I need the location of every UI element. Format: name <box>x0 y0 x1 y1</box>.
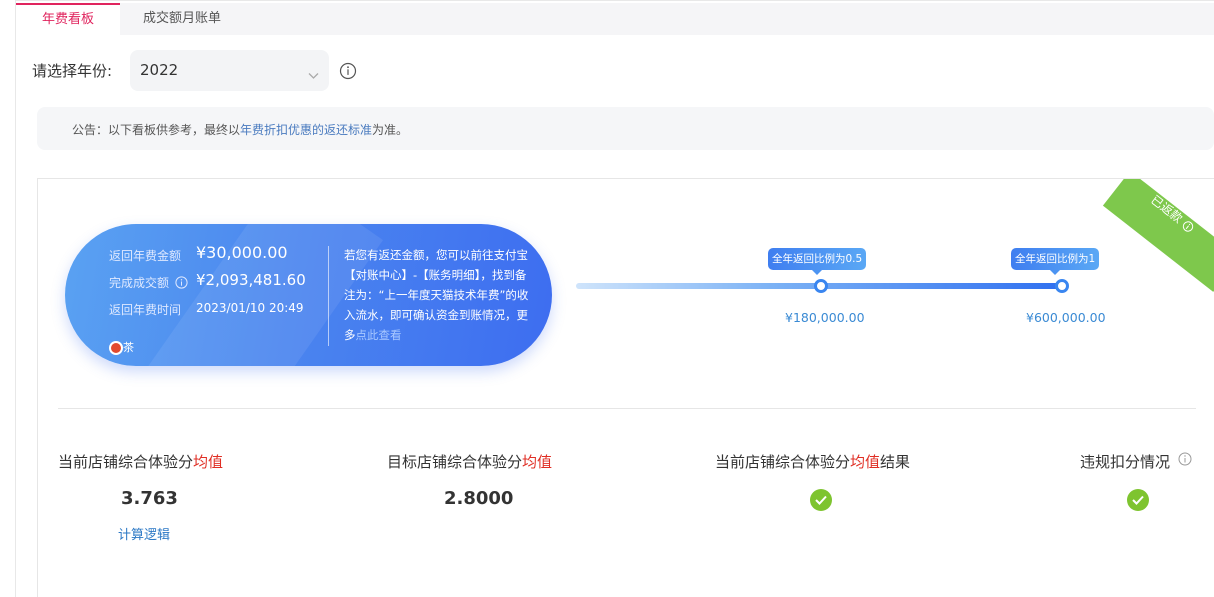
completed-gmv-value: ¥2,093,481.60 <box>196 271 306 289</box>
annual-fee-card: 已返款 返回年费金额 ¥30,000.00 完成成交额 ¥2,093,481.6… <box>37 178 1214 597</box>
current-score-value: 3.763 <box>121 488 178 509</box>
target-score-label: 目标店铺综合体验分均值 <box>387 451 552 472</box>
refund-amount-value: ¥30,000.00 <box>196 243 288 262</box>
year-select[interactable]: 2022 <box>130 50 329 91</box>
metric-label-text: 目标店铺综合体验分 <box>387 453 523 471</box>
notice-text: 公告：以下看板供参考，最终以年费折扣优惠的返还标准为准。 <box>72 121 408 138</box>
badge-text: 茶 <box>123 341 134 354</box>
calculation-logic-link[interactable]: 计算逻辑 <box>118 524 170 543</box>
view-details-link[interactable]: 点此查看 <box>356 328 402 342</box>
milestone-node <box>1055 279 1069 293</box>
refund-amount-label: 返回年费金额 <box>109 249 182 263</box>
badge-icon <box>109 341 123 355</box>
milestone-node <box>814 279 828 293</box>
refund-time-label: 返回年费时间 <box>109 303 182 317</box>
refund-time-value: 2023/01/10 20:49 <box>196 301 304 315</box>
refund-instructions: 若您有返还金额，您可以前往支付宝【对账中心】-【账务明细】，找到备注为：“上一年… <box>344 245 534 345</box>
target-score-value: 2.8000 <box>444 488 514 509</box>
year-select-value: 2022 <box>140 61 179 79</box>
milestone-bubble: 全年返回比例为0.5 <box>768 248 867 275</box>
notice-suffix: 为准。 <box>372 123 409 137</box>
milestone-bubble: 全年返回比例为1 <box>1011 248 1100 275</box>
completed-gmv-label-text: 完成成交额 <box>109 276 170 290</box>
milestone-amount: ¥180,000.00 <box>785 310 865 325</box>
metric-label-highlight: 均值 <box>522 453 553 471</box>
badge: 茶 <box>109 339 134 355</box>
notice-prefix: 公告：以下看板供参考，最终以 <box>72 123 241 137</box>
notice-link[interactable]: 年费折扣优惠的返还标准 <box>240 123 372 137</box>
divider <box>58 408 1196 409</box>
tab-monthly-bill[interactable]: 成交额月账单 <box>120 3 244 35</box>
metric-label-text: 当前店铺综合体验分 <box>58 453 194 471</box>
info-icon[interactable] <box>175 276 188 289</box>
score-result-label: 当前店铺综合体验分均值结果 <box>715 451 910 472</box>
year-filter-label: 请选择年份: <box>32 62 113 80</box>
metric-label-text: 违规扣分情况 <box>1080 453 1171 471</box>
info-icon[interactable] <box>1178 452 1192 466</box>
check-icon <box>1127 489 1149 511</box>
chevron-down-icon <box>308 65 319 84</box>
current-score-label: 当前店铺综合体验分均值 <box>58 451 223 472</box>
metric-label-text: 当前店铺综合体验分 <box>715 453 851 471</box>
metric-label-highlight: 均值 <box>850 453 881 471</box>
metric-label-highlight: 均值 <box>193 453 224 471</box>
tab-annual-fee-board[interactable]: 年费看板 <box>16 3 120 35</box>
violation-label: 违规扣分情况 <box>1080 451 1192 472</box>
notice-bar: 公告：以下看板供参考，最终以年费折扣优惠的返还标准为准。 <box>37 107 1214 150</box>
metric-label-suffix: 结果 <box>880 453 911 471</box>
milestone-amount: ¥600,000.00 <box>1026 310 1106 325</box>
refund-summary-pill: 返回年费金额 ¥30,000.00 完成成交额 ¥2,093,481.60 返回… <box>65 224 552 366</box>
completed-gmv-label: 完成成交额 <box>109 274 188 291</box>
check-icon <box>810 489 832 511</box>
info-icon[interactable] <box>339 62 357 84</box>
pill-divider <box>328 246 329 346</box>
